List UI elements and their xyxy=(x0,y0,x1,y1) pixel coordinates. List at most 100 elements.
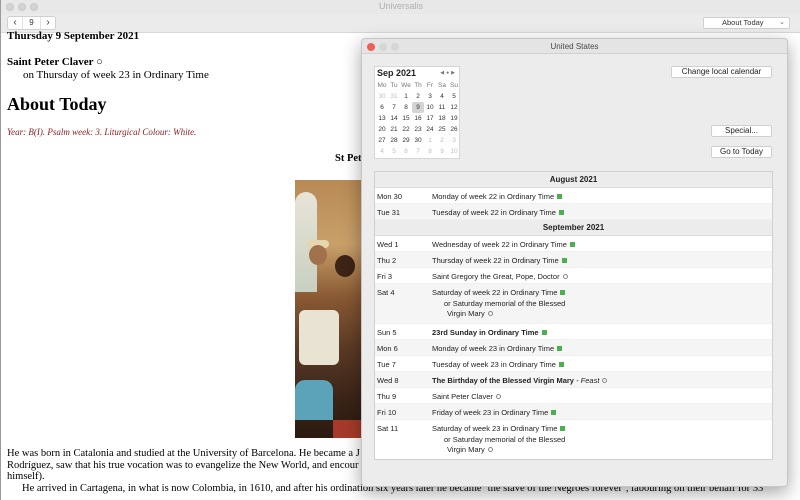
calendar-day[interactable]: 3 xyxy=(424,91,436,102)
dialog-title: United States xyxy=(550,42,599,51)
celebration-text: Monday of week 22 in Ordinary Time xyxy=(432,192,555,201)
day-row[interactable]: Fri 10 Friday of week 23 in Ordinary Time xyxy=(375,404,772,420)
day-row[interactable]: Sat 11 Saturday of week 23 in Ordinary Ti… xyxy=(375,420,772,459)
calendar-day-other-month[interactable]: 9 xyxy=(436,146,448,157)
celebration-text: Tuesday of week 22 in Ordinary Time xyxy=(432,208,556,217)
celebration-text: Monday of week 23 in Ordinary Time xyxy=(432,344,555,353)
green-vestment-icon xyxy=(558,362,564,367)
green-vestment-icon xyxy=(569,242,575,247)
calendar-day[interactable]: 28 xyxy=(388,135,400,146)
calendar-day[interactable]: 20 xyxy=(376,124,388,135)
calendar-day-other-month[interactable]: 8 xyxy=(424,146,436,157)
calendar-day[interactable]: 16 xyxy=(412,113,424,124)
calendar-day-other-month[interactable]: 5 xyxy=(388,146,400,157)
green-vestment-icon xyxy=(561,258,567,263)
calendar-day[interactable]: 12 xyxy=(448,102,460,113)
day-date: Tue 7 xyxy=(377,360,396,369)
celebration-text: Saturday of week 23 in Ordinary Time xyxy=(432,424,558,433)
day-row[interactable]: Mon 30 Monday of week 22 in Ordinary Time xyxy=(375,188,772,204)
day-date: Thu 9 xyxy=(377,392,397,401)
change-local-calendar-button[interactable]: Change local calendar xyxy=(671,66,772,78)
celebration-text: 23rd Sunday in Ordinary Time xyxy=(432,328,539,337)
calendar-day[interactable]: 15 xyxy=(400,113,412,124)
calendar-day[interactable]: 8 xyxy=(400,102,412,113)
calendar-day[interactable]: 11 xyxy=(436,102,448,113)
dialog-minimize-button[interactable] xyxy=(379,43,387,51)
calendar-day[interactable]: 17 xyxy=(424,113,436,124)
calendar-day[interactable]: 7 xyxy=(388,102,400,113)
day-date: Mon 6 xyxy=(377,344,398,353)
day-row[interactable]: Tue 31 Tuesday of week 22 in Ordinary Tim… xyxy=(375,204,772,220)
calendar-day[interactable]: 19 xyxy=(448,113,460,124)
weekday-header: We xyxy=(401,82,411,89)
chevron-right-icon[interactable]: › xyxy=(41,17,55,29)
day-row[interactable]: Sat 4 Saturday of week 22 in Ordinary Tim… xyxy=(375,284,772,324)
calendar-day-other-month[interactable]: 6 xyxy=(400,146,412,157)
calendar-day-other-month[interactable]: 10 xyxy=(448,146,460,157)
chevron-left-icon[interactable]: ‹ xyxy=(8,17,22,29)
day-row[interactable]: Thu 9 Saint Peter Claver xyxy=(375,388,772,404)
section-heading: About Today xyxy=(7,94,107,114)
weekday-header: Th xyxy=(414,82,422,89)
calendar-day[interactable]: 29 xyxy=(400,135,412,146)
dialog-titlebar: United States xyxy=(362,39,787,54)
calendar-day[interactable]: 9 xyxy=(412,102,424,113)
calendar-day[interactable]: 10 xyxy=(424,102,436,113)
calendar-day[interactable]: 22 xyxy=(400,124,412,135)
celebration-text: Saint Gregory the Great, Pope, Doctor xyxy=(432,272,560,281)
calendar-day[interactable]: 26 xyxy=(448,124,460,135)
calendar-day[interactable]: 14 xyxy=(388,113,400,124)
calendar-day-other-month[interactable]: 2 xyxy=(436,135,448,146)
calendar-day[interactable]: 24 xyxy=(424,124,436,135)
calendar-day[interactable]: 5 xyxy=(448,91,460,102)
day-row[interactable]: Mon 6 Monday of week 23 in Ordinary Time xyxy=(375,340,772,356)
day-date: Mon 30 xyxy=(377,192,403,201)
calendar-day[interactable]: 1 xyxy=(400,91,412,102)
day-row[interactable]: Thu 2 Thursday of week 22 in Ordinary Tim… xyxy=(375,252,772,268)
calendar-month-label: Sep 2021 xyxy=(377,68,417,78)
calendar-day-other-month[interactable]: 7 xyxy=(412,146,424,157)
chevron-down-icon: ⌄ xyxy=(779,19,785,26)
day-date: Wed 8 xyxy=(377,376,399,385)
calendar-day-other-month[interactable]: 1 xyxy=(424,135,436,146)
green-vestment-icon xyxy=(551,410,557,415)
mini-calendar[interactable]: Sep 2021 ◀●▶ Mo Tu We Th Fr Sa Su 30 31 1 2 3 4 5 6 7 8 9… xyxy=(374,66,460,159)
view-select-value: About Today xyxy=(722,18,764,27)
calendar-day[interactable]: 13 xyxy=(376,113,388,124)
day-row[interactable]: Tue 7 Tuesday of week 23 in Ordinary Time xyxy=(375,356,772,372)
weekday-header: Su xyxy=(450,82,458,89)
memorial-ring-icon: ○ xyxy=(96,56,103,68)
green-vestment-icon xyxy=(560,426,566,431)
calendar-day[interactable]: 6 xyxy=(376,102,388,113)
view-select[interactable]: About Today ⌄ xyxy=(703,17,790,29)
liturgical-day-list[interactable]: August 2021 Mon 30 Monday of week 22 in Or… xyxy=(374,171,773,460)
calendar-day[interactable]: 4 xyxy=(436,91,448,102)
calendar-day-other-month[interactable]: 30 xyxy=(376,91,388,102)
calendar-day-other-month[interactable]: 31 xyxy=(388,91,400,102)
calendar-day-other-month[interactable]: 4 xyxy=(376,146,388,157)
memorial-ring-icon xyxy=(487,447,493,452)
day-row[interactable]: Sun 5 23rd Sunday in Ordinary Time xyxy=(375,324,772,340)
calendar-day[interactable]: 2 xyxy=(412,91,424,102)
calendar-day[interactable]: 27 xyxy=(376,135,388,146)
dialog-close-button[interactable] xyxy=(367,43,375,51)
calendar-day[interactable]: 30 xyxy=(412,135,424,146)
day-row[interactable]: Fri 3 Saint Gregory the Great, Pope, Doct… xyxy=(375,268,772,284)
calendar-day[interactable]: 25 xyxy=(436,124,448,135)
celebration-text: Wednesday of week 22 in Ordinary Time xyxy=(432,240,567,249)
memorial-ring-icon xyxy=(487,311,493,316)
green-vestment-icon xyxy=(557,346,563,351)
day-row[interactable]: Wed 1 Wednesday of week 22 in Ordinary Ti… xyxy=(375,236,772,252)
special-button[interactable]: Special... xyxy=(711,125,772,137)
memorial-ring-icon xyxy=(562,274,568,279)
calendar-day-other-month[interactable]: 3 xyxy=(448,135,460,146)
day-stepper[interactable]: ‹ 9 › xyxy=(7,16,56,30)
dialog-zoom-button[interactable] xyxy=(391,43,399,51)
day-row[interactable]: Wed 8 The Birthday of the Blessed Virgin … xyxy=(375,372,772,388)
next-month-icon[interactable]: ▶ xyxy=(451,70,457,76)
go-to-today-button[interactable]: Go to Today xyxy=(711,146,772,158)
celebration-text: Virgin Mary xyxy=(447,445,485,454)
calendar-day[interactable]: 23 xyxy=(412,124,424,135)
calendar-day[interactable]: 18 xyxy=(436,113,448,124)
calendar-day[interactable]: 21 xyxy=(388,124,400,135)
